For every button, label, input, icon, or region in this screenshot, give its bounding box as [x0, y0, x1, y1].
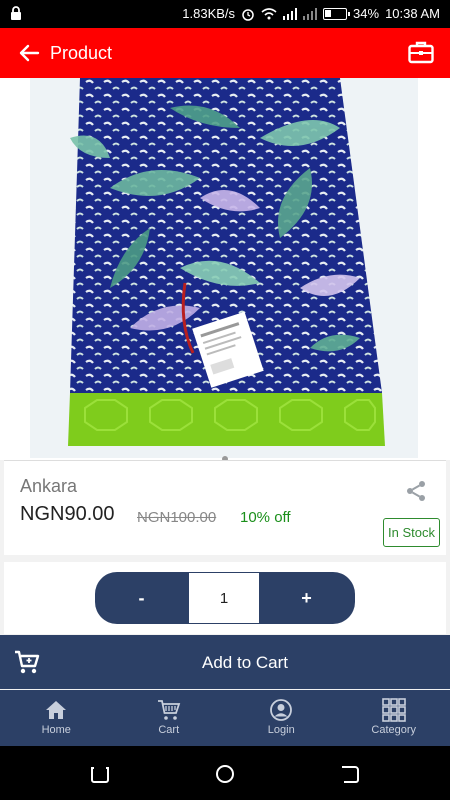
system-navigation-bar	[0, 746, 450, 800]
wifi-icon	[261, 7, 277, 19]
app-bar: Product	[0, 28, 450, 78]
nav-home-label: Home	[41, 724, 71, 736]
lock-icon	[11, 6, 21, 20]
page-title: Product	[50, 42, 113, 63]
alarm-icon	[242, 8, 254, 21]
product-price: NGN90.00	[20, 503, 115, 525]
user-icon	[270, 699, 292, 721]
back-arrow-icon[interactable]	[18, 42, 40, 64]
battery-icon	[323, 7, 351, 20]
briefcase-icon[interactable]	[408, 40, 434, 64]
battery-percent: 34%	[353, 6, 380, 21]
nav-cart-label: Cart	[158, 724, 180, 736]
product-image-card	[0, 78, 450, 460]
quantity-stepper: - 1 +	[95, 572, 355, 624]
signal-icon	[283, 7, 298, 20]
add-to-cart-label: Add to Cart	[202, 653, 288, 672]
nav-login[interactable]: Login	[225, 690, 338, 746]
nav-category-label: Category	[371, 724, 417, 736]
home-icon	[46, 701, 66, 719]
stock-badge: In Stock	[383, 518, 440, 547]
quantity-value[interactable]: 1	[188, 572, 260, 624]
battery-level	[325, 9, 332, 17]
discount-label: 10% off	[240, 509, 291, 526]
increase-button[interactable]: +	[260, 572, 353, 624]
back-icon[interactable]	[339, 763, 361, 785]
nav-category[interactable]: Category	[338, 690, 450, 746]
status-bar: 1.83KB/s 34% 10:38 AM	[0, 0, 450, 28]
signal-icon-2	[303, 7, 318, 20]
nav-home[interactable]: Home	[0, 690, 113, 746]
product-info-card: Ankara NGN90.00 NGN100.00 10% off In Sto…	[4, 460, 446, 555]
bottom-navigation: Home Cart Login Category	[0, 690, 450, 746]
recent-apps-icon[interactable]	[89, 763, 111, 785]
cart-icon	[157, 700, 180, 720]
nav-cart[interactable]: Cart	[113, 690, 226, 746]
home-circle-icon[interactable]	[214, 763, 236, 785]
original-price: NGN100.00	[137, 509, 217, 526]
product-image[interactable]	[30, 78, 418, 458]
quantity-card: - 1 +	[4, 562, 446, 634]
nav-login-label: Login	[267, 724, 295, 736]
product-name: Ankara	[20, 476, 78, 496]
network-speed: 1.83KB/s	[182, 6, 236, 21]
decrease-button[interactable]: -	[95, 572, 188, 624]
share-icon[interactable]	[404, 479, 428, 503]
clock: 10:38 AM	[385, 6, 440, 21]
grid-icon	[381, 698, 406, 722]
add-to-cart-button[interactable]: Add to Cart	[0, 635, 450, 689]
